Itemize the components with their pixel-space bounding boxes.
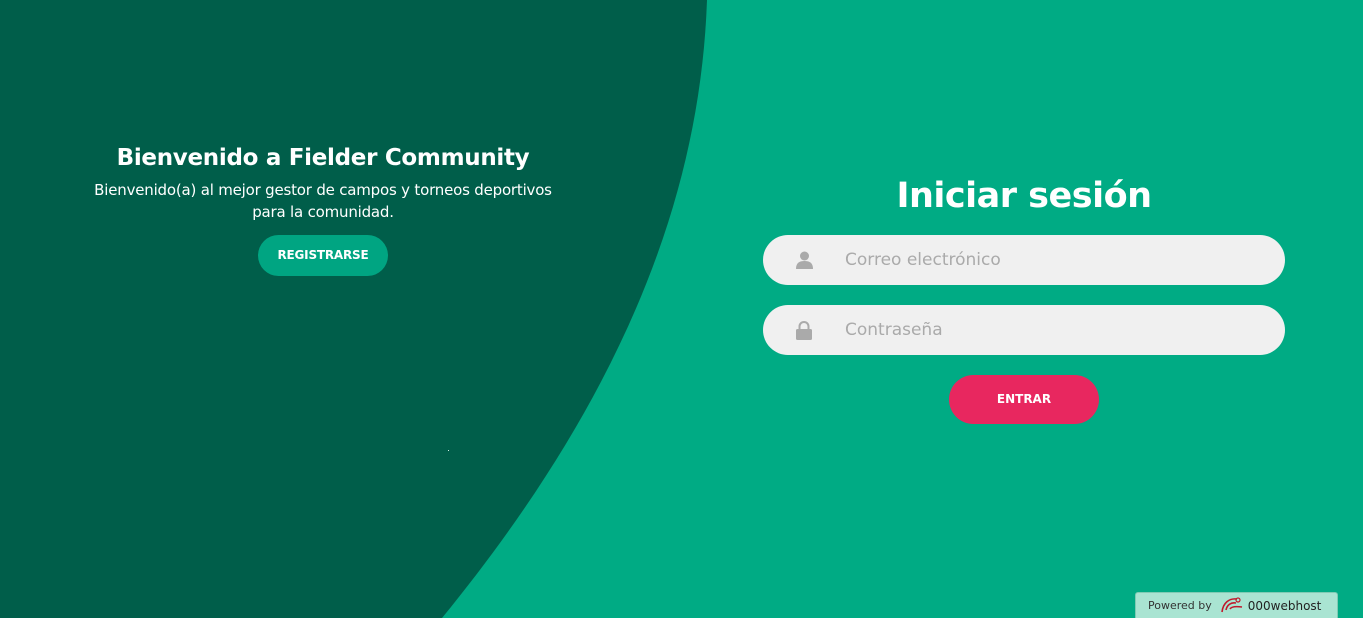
welcome-panel: Bienvenido a Fielder Community Bienvenid… [60,145,586,276]
decorative-dot [448,450,449,451]
login-title: Iniciar sesión [896,176,1152,216]
lock-icon [763,305,845,355]
email-field[interactable] [763,235,1285,285]
powered-by-badge[interactable]: Powered by 000webhost [1135,592,1338,618]
user-icon [763,235,845,285]
email-input[interactable] [845,236,1265,284]
login-form: Iniciar sesión ENTRAR [763,175,1285,424]
password-input[interactable] [845,306,1265,354]
welcome-subtitle: Bienvenido(a) al mejor gestor de campos … [94,181,552,221]
welcome-title: Bienvenido a Fielder Community [116,145,530,171]
register-button[interactable]: REGISTRARSE [258,235,388,276]
000webhost-logo-icon [1220,595,1244,617]
login-page: Bienvenido a Fielder Community Bienvenid… [0,0,1363,618]
submit-button[interactable]: ENTRAR [949,375,1099,424]
host-name: 000webhost [1247,598,1322,613]
password-field[interactable] [763,305,1285,355]
powered-by-label: Powered by [1148,599,1212,612]
